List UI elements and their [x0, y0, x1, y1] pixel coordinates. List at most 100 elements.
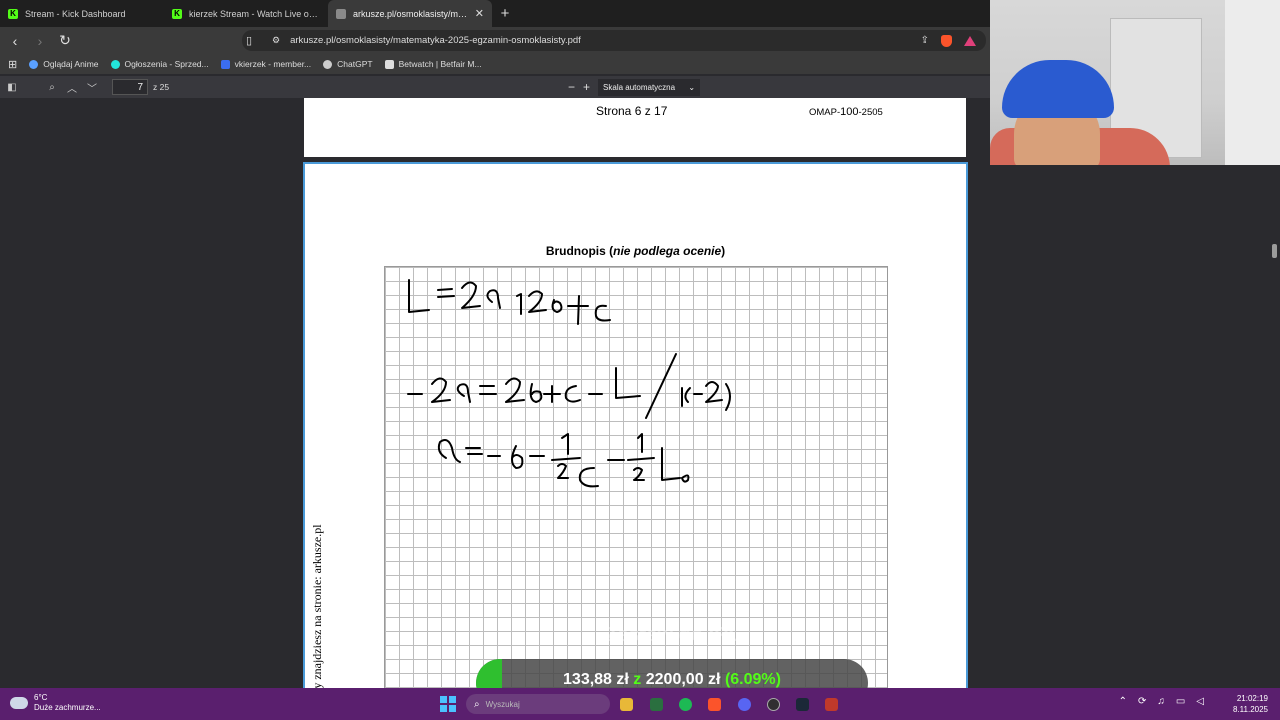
back-icon[interactable]: ‹	[5, 33, 25, 49]
vk-icon	[220, 59, 230, 69]
app-icon[interactable]	[825, 698, 838, 711]
page-count: z 25	[153, 82, 170, 92]
bookmark-label: Oglądaj Anime	[43, 59, 99, 69]
page-header: Strona 6 z 17	[596, 104, 668, 118]
discord-icon[interactable]	[738, 698, 751, 711]
tab-strip: K Stream - Kick Dashboard K kierzek Stre…	[0, 0, 990, 27]
sync-icon[interactable]: ⟳	[1138, 696, 1146, 707]
goal-percent: (6.09%)	[724, 671, 781, 688]
page-title: Brudnopis (nie podlega ocenie)	[545, 244, 726, 258]
chevron-down-icon: ⌄	[688, 82, 696, 92]
brave-shields-icon[interactable]	[941, 34, 952, 47]
bookmark-label: ChatGPT	[337, 59, 373, 69]
search-placeholder: Wyszukaj	[485, 699, 520, 709]
windows-taskbar: 6°C Duże zachmurze... ⌕ Wyszukaj ⌃ ⟳ ♫ ▭…	[0, 688, 1280, 720]
olx-icon	[110, 59, 120, 69]
goal-target: 2200,00 zł	[645, 671, 721, 688]
betwatch-icon	[384, 59, 394, 69]
chevron-up-icon[interactable]: ⌃	[1119, 696, 1127, 707]
zoom-out-icon[interactable]: −	[568, 80, 575, 94]
share-icon[interactable]: ⇪	[921, 35, 929, 46]
apps-grid-icon[interactable]: ⊞	[8, 58, 17, 71]
kick-icon: K	[172, 8, 182, 19]
streamer-bucket-hat	[1002, 60, 1114, 118]
screen: K Stream - Kick Dashboard K kierzek Stre…	[0, 0, 1280, 720]
document-icon	[336, 8, 346, 19]
bookmark-label: Betwatch | Betfair M...	[398, 59, 482, 69]
code-prefix: OMAP-	[809, 107, 841, 118]
tab-label: kierzek Stream - Watch Live on Kick	[189, 8, 320, 19]
bookmark-icon[interactable]: ▯	[246, 34, 252, 47]
bookmark-item[interactable]: Oglądaj Anime	[29, 59, 99, 69]
kick-icon: K	[8, 8, 18, 19]
bookmarks-bar: ⊞ Oglądaj Anime Ogłoszenia - Sprzed... v…	[0, 54, 990, 74]
brave-icon[interactable]	[708, 698, 721, 711]
url-text[interactable]: arkusze.pl/osmoklasisty/matematyka-2025-…	[290, 35, 911, 46]
tab-label: Stream - Kick Dashboard	[25, 8, 126, 19]
forward-icon[interactable]: ›	[30, 33, 50, 49]
steam-icon[interactable]	[796, 698, 809, 711]
code-number: 100	[840, 106, 859, 118]
pdf-page-previous: Strona 6 z 17 OMAP-100-2505	[304, 98, 966, 157]
background-shelf	[1225, 0, 1280, 165]
zoom-select[interactable]: Skala automatyczna ⌄	[598, 78, 701, 96]
obs-icon[interactable]	[767, 698, 780, 711]
windows-start-icon[interactable]	[440, 696, 456, 712]
close-tab-icon[interactable]: ✕	[475, 7, 484, 20]
weather-widget[interactable]: 6°C Duże zachmurze...	[10, 693, 101, 713]
taskbar-search[interactable]: ⌕ Wyszukaj	[466, 694, 610, 714]
new-tab-button[interactable]: +	[492, 5, 518, 22]
goal-connector: z	[633, 671, 642, 688]
display-icon[interactable]: ▭	[1176, 696, 1185, 707]
next-page-icon[interactable]: ﹀	[82, 80, 102, 95]
weather-text: Duże zachmurze...	[34, 703, 101, 712]
zoom-value: Skala automatyczna	[603, 82, 676, 92]
time: 21:02:19	[1236, 694, 1268, 703]
microphone-icon[interactable]: ♫	[1157, 696, 1165, 707]
anime-icon	[29, 59, 39, 69]
scrollbar-thumb[interactable]	[1272, 244, 1277, 258]
right-empty-area	[990, 165, 1280, 688]
code-suffix: -2505	[858, 107, 883, 118]
previous-page-icon[interactable]: ︿	[62, 80, 82, 95]
volume-icon[interactable]: ◁	[1196, 696, 1204, 707]
cloud-icon	[10, 697, 28, 709]
tab-kick-dashboard[interactable]: K Stream - Kick Dashboard	[0, 0, 164, 27]
system-clock[interactable]: 21:02:19 8.11.2025	[1233, 693, 1268, 715]
store-icon[interactable]	[650, 698, 663, 711]
brave-rewards-icon[interactable]	[964, 35, 976, 46]
exam-code: OMAP-100-2505	[809, 106, 883, 118]
tab-label: arkusze.pl/osmoklasisty/matema	[353, 8, 468, 19]
navigation-bar: ‹ › ↻ ▯ ⚙ arkusze.pl/osmoklasisty/matema…	[0, 27, 990, 54]
date: 8.11.2025	[1233, 705, 1268, 714]
zoom-in-icon[interactable]: +	[583, 80, 590, 94]
tab-arkusze-pdf[interactable]: arkusze.pl/osmoklasisty/matema ✕	[328, 0, 492, 27]
search-icon: ⌕	[474, 698, 480, 710]
temperature: 6°C	[34, 693, 48, 702]
sidebar-toggle-icon[interactable]: ◧	[2, 82, 22, 93]
bookmark-label: Ogłoszenia - Sprzed...	[124, 59, 209, 69]
spotify-icon[interactable]	[679, 698, 692, 711]
webcam-feed	[990, 0, 1280, 165]
system-tray: ⌃ ⟳ ♫ ▭ ◁	[1119, 696, 1204, 707]
bookmark-item[interactable]: vkierzek - member...	[220, 59, 312, 69]
goal-amount: 133,88 zł	[563, 671, 629, 688]
address-bar[interactable]: ▯ ⚙ arkusze.pl/osmoklasisty/matematyka-2…	[242, 30, 986, 51]
bookmark-item[interactable]: Betwatch | Betfair M...	[384, 59, 482, 69]
tab-kierzek-stream[interactable]: K kierzek Stream - Watch Live on Kick	[164, 0, 328, 27]
bookmark-label: vkierzek - member...	[234, 59, 312, 69]
site-info-icon[interactable]: ⚙	[272, 35, 280, 46]
goal-title: Zestaw do IRL	[605, 624, 741, 646]
file-explorer-icon[interactable]	[620, 698, 633, 711]
bookmark-item[interactable]: ChatGPT	[323, 59, 373, 69]
chatgpt-icon	[323, 59, 333, 69]
pdf-toolbar: ◧ ⌕ ︿ ﹀ z 25 − + Skala automatyczna ⌄	[0, 76, 990, 98]
side-watermark: zy znajdziesz na stronie: arkusze.pl	[310, 524, 324, 688]
bookmark-item[interactable]: Ogłoszenia - Sprzed...	[110, 59, 209, 69]
pdf-viewer[interactable]: Strona 6 z 17 OMAP-100-2505 Brudnopis (n…	[0, 98, 990, 688]
pdf-page-current: Brudnopis (nie podlega ocenie) zy znajdz…	[303, 162, 968, 688]
page-number-input[interactable]	[112, 79, 148, 95]
goal-text: 133,88 zł z 2200,00 zł (6.09%)	[476, 671, 868, 689]
reload-icon[interactable]: ↻	[55, 32, 75, 49]
search-icon[interactable]: ⌕	[42, 82, 62, 93]
